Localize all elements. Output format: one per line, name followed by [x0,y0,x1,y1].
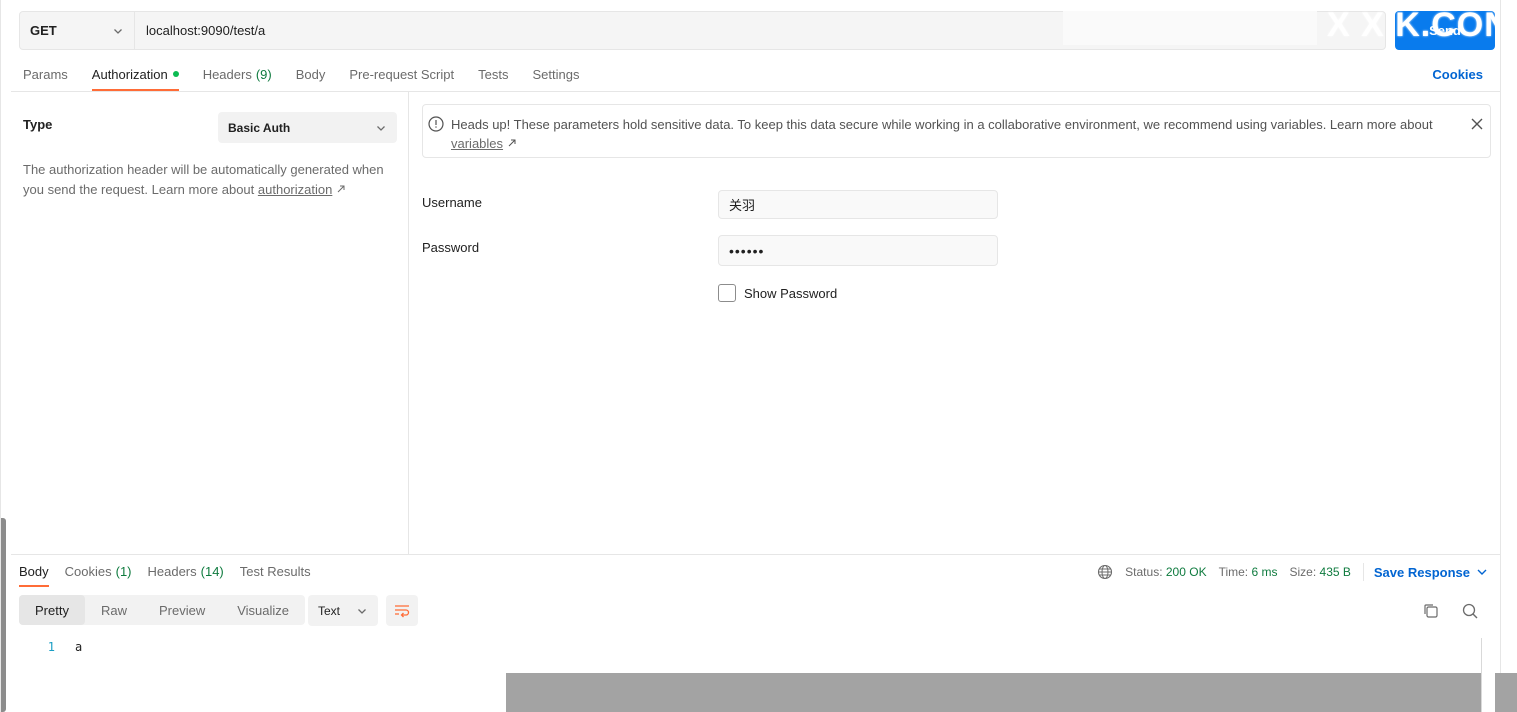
request-tabs: Params Authorization Headers (9) Body Pre… [11,57,1501,92]
auth-type-select[interactable]: Basic Auth [218,112,397,143]
tab-body[interactable]: Body [284,57,338,91]
password-input[interactable] [718,235,998,266]
view-pretty[interactable]: Pretty [19,595,85,625]
method-select[interactable]: GET [20,12,135,49]
auth-description: The authorization header will be automat… [23,160,393,200]
line-text: a [75,640,83,654]
right-border [1500,0,1501,712]
username-input[interactable] [718,190,998,219]
status-value: 200 OK [1165,565,1207,579]
auth-type-pane: Type Basic Auth The authorization header… [11,92,409,554]
line-number: 1 [47,640,55,654]
time-info[interactable]: Time: 6 ms [1219,565,1278,579]
format-value: Text [318,603,341,618]
tab-authorization[interactable]: Authorization [80,57,191,91]
tab-label: Settings [532,66,580,82]
chevron-down-icon [358,608,366,614]
view-visualize[interactable]: Visualize [221,595,305,625]
overlay-notch [1481,638,1495,712]
auth-type-value: Basic Auth [228,120,291,135]
format-select[interactable]: Text [308,595,378,626]
tab-label: Headers [147,563,197,579]
external-link-icon [508,139,516,147]
tab-headers[interactable]: Headers (9) [191,57,284,91]
show-password-label: Show Password [744,286,838,301]
chevron-down-icon [377,125,385,131]
response-meta: Status: 200 OK Time: 6 ms Size: 435 B Sa… [1097,563,1489,581]
chevron-down-icon [1477,569,1487,575]
response-tabs: Body Cookies (1) Headers (14) Test Results [11,555,319,587]
tab-count: (14) [200,563,224,579]
tab-count: (1) [115,563,132,579]
view-raw[interactable]: Raw [85,595,143,625]
tab-params[interactable]: Params [11,57,80,91]
cookies-link[interactable]: Cookies [1432,67,1483,82]
tab-tests[interactable]: Tests [466,57,520,91]
tab-label: Body [19,563,49,579]
sensitive-data-alert: Heads up! These parameters hold sensitiv… [422,104,1491,158]
response-tab-test-results[interactable]: Test Results [232,555,319,587]
external-link-icon [337,185,345,193]
response-view-tabs: Pretty Raw Preview Visualize [19,595,306,625]
wrap-lines-button[interactable] [386,595,418,626]
wrap-lines-icon [395,604,410,617]
search-icon[interactable] [1461,602,1479,620]
tab-label: Authorization [91,66,168,82]
active-dot-icon [172,71,179,77]
authorization-link[interactable]: authorization [258,182,332,197]
alert-text: Heads up! These parameters hold sensitiv… [451,117,1433,132]
tab-label: Headers [202,66,252,82]
type-label: Type [23,117,53,132]
tab-settings[interactable]: Settings [520,57,591,91]
show-password-checkbox[interactable] [718,284,736,302]
size-value: 435 B [1319,565,1351,579]
send-button[interactable]: Send [1395,11,1495,50]
password-label: Password [422,240,480,255]
overlay-block [506,673,1517,712]
info-icon [428,116,444,132]
variables-link[interactable]: variables [451,136,503,151]
response-body-line: 1a [19,640,82,654]
divider [1362,563,1364,581]
size-label: Size: [1289,565,1317,579]
tab-label: Test Results [239,563,311,579]
time-value: 6 ms [1251,565,1278,579]
tab-label: Cookies [64,563,112,579]
time-label: Time: [1218,565,1249,579]
postman-window: GET Send X X K.CON Params Authorization … [0,0,1517,712]
url-overlay [1063,11,1317,45]
username-label: Username [422,195,482,210]
left-scrollbar[interactable] [1,518,6,712]
tab-label: Pre-request Script [349,66,455,82]
response-tab-cookies[interactable]: Cookies (1) [57,555,140,587]
tab-label: Tests [478,66,509,82]
tab-label: Body [295,66,326,82]
copy-icon[interactable] [1422,602,1440,620]
save-response-label: Save Response [1373,564,1470,580]
tab-pre-request-script[interactable]: Pre-request Script [337,57,466,91]
size-info[interactable]: Size: 435 B [1290,565,1351,579]
method-value: GET [30,23,57,38]
response-tab-body[interactable]: Body [11,555,57,587]
tab-count: (9) [255,66,272,82]
close-icon[interactable] [1470,117,1484,131]
save-response-button[interactable]: Save Response [1374,565,1489,580]
tab-label: Params [23,66,68,82]
chevron-down-icon [114,28,122,34]
status-label: Status: [1125,565,1163,579]
view-preview[interactable]: Preview [143,595,221,625]
response-tab-headers[interactable]: Headers (14) [140,555,232,587]
globe-icon[interactable] [1097,564,1113,580]
status-info[interactable]: Status: 200 OK [1125,565,1206,579]
